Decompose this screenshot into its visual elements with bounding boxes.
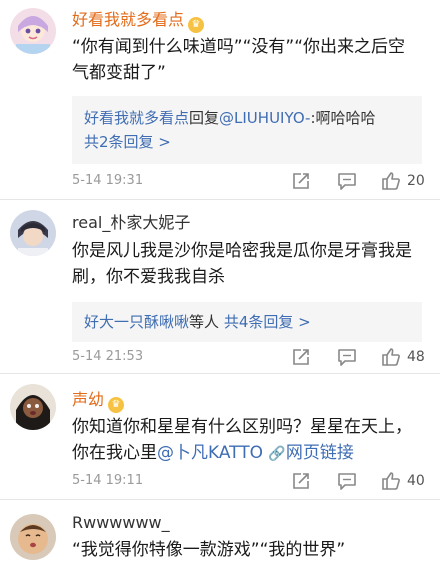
web-link[interactable]: 🔗网页链接 (268, 443, 353, 463)
comment-text: “你有闻到什么味道吗”“没有”“你出来之后空气都变甜了” (72, 37, 406, 83)
more-replies-link[interactable]: 共4条回复 > (224, 313, 311, 331)
reply-preview[interactable]: 好大一只酥啾啾等人 共4条回复 > (72, 302, 422, 342)
vip-crown-icon: ♛ (108, 397, 125, 413)
web-link-text[interactable]: 网页链接 (286, 443, 354, 463)
avatar[interactable] (10, 210, 56, 256)
reply-author[interactable]: 好看我就多看点 (84, 109, 189, 127)
comment-text: 你知道你和星星有什么区别吗？星星在天上，你在我心里@卜凡KATTO 🔗网页链接 (72, 414, 422, 467)
comment-text: 你是风儿我是沙你是哈密我是瓜你是牙膏我是刷，你不爱我我自杀 (72, 241, 412, 287)
reply-text: :啊哈哈哈 (310, 109, 376, 127)
thumbs-up-icon[interactable] (380, 470, 402, 492)
like-count: 48 (407, 349, 425, 365)
username-text[interactable]: Rwwwwww_ (72, 513, 170, 532)
comment-meta: 5-14 21:53 48 (72, 346, 425, 370)
comment-meta: 5-14 19:31 20 (72, 170, 425, 194)
comment-item: 好看我就多看点 ♛ “你有闻到什么味道吗”“没有”“你出来之后空气都变甜了” 好看… (0, 0, 440, 200)
username-text[interactable]: 好看我就多看点 (72, 10, 184, 29)
share-icon[interactable] (290, 470, 312, 492)
comment-icon[interactable] (336, 470, 358, 492)
comment-item: 声幼 ♛ 你知道你和星星有什么区别吗？星星在天上，你在我心里@卜凡KATTO 🔗网… (0, 374, 440, 500)
comment-date: 5-14 21:53 (72, 349, 144, 364)
comment-date: 5-14 19:31 (72, 173, 144, 188)
username[interactable]: Rwwwwww_ (72, 513, 170, 533)
username[interactable]: 声幼 ♛ (72, 390, 125, 413)
comment-item: real_朴家大妮子 你是风儿我是沙你是哈密我是瓜你是牙膏我是刷，你不爱我我自杀… (0, 200, 440, 374)
comment-text: “我觉得你特像一款游戏”“我的世界” (72, 540, 346, 560)
like-count: 20 (407, 173, 425, 189)
username-text[interactable]: real_朴家大妮子 (72, 213, 190, 232)
more-replies-link[interactable]: 共2条回复 > (84, 130, 410, 154)
share-icon[interactable] (290, 346, 312, 368)
username[interactable]: 好看我就多看点 ♛ (72, 10, 205, 33)
like-count: 40 (407, 473, 425, 489)
mention-link[interactable]: @卜凡KATTO (157, 443, 263, 463)
reply-connector: 等人 (189, 313, 220, 331)
thumbs-up-icon[interactable] (380, 170, 402, 192)
thumbs-up-icon[interactable] (380, 346, 402, 368)
avatar[interactable] (10, 514, 56, 560)
comment-item: Rwwwwww_ “我觉得你特像一款游戏”“我的世界” (0, 500, 440, 567)
link-icon: 🔗 (268, 446, 286, 462)
reply-preview[interactable]: 好看我就多看点回复@LIUHUIYO-:啊哈哈哈 共2条回复 > (72, 96, 422, 164)
comment-icon[interactable] (336, 170, 358, 192)
username[interactable]: real_朴家大妮子 (72, 213, 190, 233)
vip-crown-icon: ♛ (188, 17, 205, 33)
share-icon[interactable] (290, 170, 312, 192)
reply-author[interactable]: 好大一只酥啾啾 (84, 313, 189, 331)
comment-meta: 5-14 19:11 40 (72, 470, 425, 494)
avatar[interactable] (10, 8, 56, 54)
avatar[interactable] (10, 384, 56, 430)
reply-target[interactable]: @LIUHUIYO- (219, 109, 310, 127)
comment-icon[interactable] (336, 346, 358, 368)
username-text[interactable]: 声幼 (72, 390, 104, 409)
comment-date: 5-14 19:11 (72, 473, 144, 488)
reply-connector: 回复 (189, 109, 220, 127)
